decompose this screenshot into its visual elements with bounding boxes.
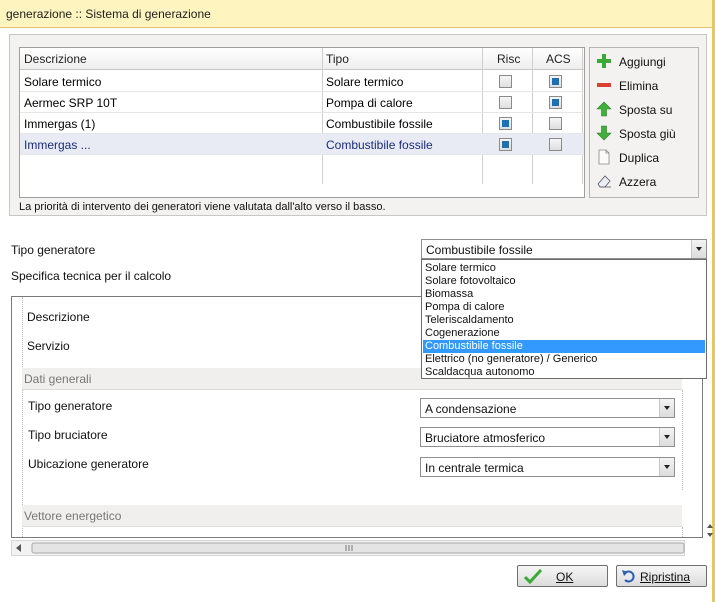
- move-down-label: Sposta giù: [619, 127, 676, 141]
- dropdown-option-highlighted[interactable]: Combustibile fossile: [423, 340, 705, 353]
- row-tipo: Pompa di calore: [326, 96, 413, 110]
- column-header-risc[interactable]: Risc: [497, 52, 520, 66]
- acs-checkbox[interactable]: [549, 138, 562, 151]
- generators-table[interactable]: Descrizione Tipo Risc ACS Solare termico…: [19, 47, 585, 198]
- dropdown-option[interactable]: Pompa di calore: [423, 301, 705, 314]
- dropdown-option[interactable]: Solare fotovoltaico: [423, 275, 705, 288]
- table-row-selected[interactable]: Immergas ... Combustibile fossile: [20, 134, 584, 155]
- ubicazione-value: In centrale termica: [425, 461, 524, 475]
- table-header: Descrizione Tipo Risc ACS: [20, 48, 584, 70]
- generator-actions-panel: Aggiungi Elimina Sposta su Sposta giù Du…: [589, 47, 699, 198]
- acs-checkbox[interactable]: [549, 117, 562, 130]
- eraser-icon: [597, 175, 611, 188]
- risc-checkbox[interactable]: [499, 96, 512, 109]
- tipo-bruciatore-label: Tipo bruciatore: [28, 428, 108, 442]
- tipo-generatore-value: Combustibile fossile: [426, 243, 533, 257]
- tipo-generatore-prop-select[interactable]: A condensazione: [420, 398, 675, 418]
- row-tipo: Solare termico: [326, 75, 404, 89]
- move-up-label: Sposta su: [619, 103, 673, 117]
- reset-list-button[interactable]: Azzera: [596, 170, 696, 192]
- section-title: Vettore energetico: [24, 509, 122, 523]
- arrow-down-icon: [596, 125, 612, 141]
- arrow-up-icon: [596, 101, 612, 117]
- acs-checkbox[interactable]: [549, 75, 562, 88]
- ripristina-button[interactable]: Ripristina: [616, 565, 707, 587]
- undo-icon: [622, 570, 635, 583]
- add-label: Aggiungi: [619, 55, 666, 69]
- dropdown-option[interactable]: Cogenerazione: [423, 327, 705, 340]
- ok-button[interactable]: OK: [517, 565, 608, 587]
- section-vettore-energetico[interactable]: Vettore energetico: [22, 505, 682, 527]
- ripristina-label: Ripristina: [640, 570, 691, 584]
- tipo-generatore-prop-value: A condensazione: [425, 402, 517, 416]
- tree-guide-line: [682, 390, 683, 490]
- window-title-bar: generazione :: Sistema di generazione: [0, 0, 715, 28]
- risc-checkbox[interactable]: [499, 117, 512, 130]
- move-up-button[interactable]: Sposta su: [596, 98, 696, 120]
- dropdown-option[interactable]: Scaldacqua autonomo: [423, 366, 705, 379]
- table-row[interactable]: Solare termico Solare termico: [20, 71, 584, 92]
- move-down-button[interactable]: Sposta giù: [596, 122, 696, 144]
- minus-icon: [597, 83, 611, 87]
- tipo-bruciatore-select[interactable]: Bruciatore atmosferico: [420, 427, 675, 447]
- add-button[interactable]: Aggiungi: [596, 50, 696, 72]
- row-tipo: Combustibile fossile: [326, 138, 433, 152]
- duplicate-icon: [598, 149, 610, 165]
- risc-checkbox[interactable]: [499, 138, 512, 151]
- acs-checkbox[interactable]: [549, 96, 562, 109]
- scroll-track-icon: [16, 542, 685, 554]
- table-row[interactable]: Aermec SRP 10T Pompa di calore: [20, 92, 584, 113]
- checkmark-icon: [524, 568, 542, 584]
- chevron-down-icon[interactable]: [659, 428, 674, 446]
- tree-guide-line: [682, 527, 683, 537]
- specifica-tecnica-label: Specifica tecnica per il calcolo: [11, 269, 172, 283]
- delete-label: Elimina: [619, 79, 659, 93]
- chevron-down-icon[interactable]: [659, 399, 674, 417]
- tipo-generatore-prop-label: Tipo generatore: [28, 399, 113, 413]
- column-header-tipo[interactable]: Tipo: [326, 52, 349, 66]
- dropdown-option[interactable]: Teleriscaldamento: [423, 314, 705, 327]
- chevron-down-icon[interactable]: [691, 240, 706, 258]
- descrizione-label: Descrizione: [27, 310, 90, 324]
- tipo-generatore-select[interactable]: Combustibile fossile: [421, 239, 707, 259]
- window-title: generazione :: Sistema di generazione: [6, 7, 211, 21]
- ok-label: OK: [556, 570, 574, 584]
- section-title: Dati generali: [24, 372, 92, 386]
- reset-list-label: Azzera: [619, 175, 657, 189]
- risc-checkbox[interactable]: [499, 75, 512, 88]
- column-header-descrizione[interactable]: Descrizione: [24, 52, 87, 66]
- row-descrizione: Immergas ...: [24, 138, 91, 152]
- ubicazione-label: Ubicazione generatore: [28, 457, 149, 471]
- duplicate-label: Duplica: [619, 151, 660, 165]
- row-descrizione: Aermec SRP 10T: [24, 96, 118, 110]
- tree-guide-line: [22, 297, 23, 537]
- row-tipo: Combustibile fossile: [326, 117, 433, 131]
- row-descrizione: Immergas (1): [24, 117, 96, 131]
- tipo-bruciatore-value: Bruciatore atmosferico: [425, 431, 546, 445]
- priority-note: La priorità di intervento dei generatori…: [19, 201, 386, 213]
- tipo-generatore-label: Tipo generatore: [11, 243, 96, 257]
- delete-button[interactable]: Elimina: [596, 74, 696, 96]
- dropdown-option[interactable]: Biomassa: [423, 288, 705, 301]
- row-descrizione: Solare termico: [24, 75, 102, 89]
- plus-icon: [597, 54, 611, 68]
- duplicate-button[interactable]: Duplica: [596, 146, 696, 168]
- table-row[interactable]: Immergas (1) Combustibile fossile: [20, 113, 584, 134]
- column-header-acs[interactable]: ACS: [546, 52, 571, 66]
- tipo-generatore-dropdown[interactable]: Solare termico Solare fotovoltaico Bioma…: [421, 259, 707, 379]
- dropdown-option[interactable]: Elettrico (no generatore) / Generico: [423, 353, 705, 366]
- chevron-down-icon[interactable]: [659, 458, 674, 476]
- servizio-label: Servizio: [27, 339, 70, 353]
- ubicazione-select[interactable]: In centrale termica: [420, 457, 675, 477]
- horizontal-scrollbar[interactable]: [11, 540, 685, 556]
- dropdown-option[interactable]: Solare termico: [423, 262, 705, 275]
